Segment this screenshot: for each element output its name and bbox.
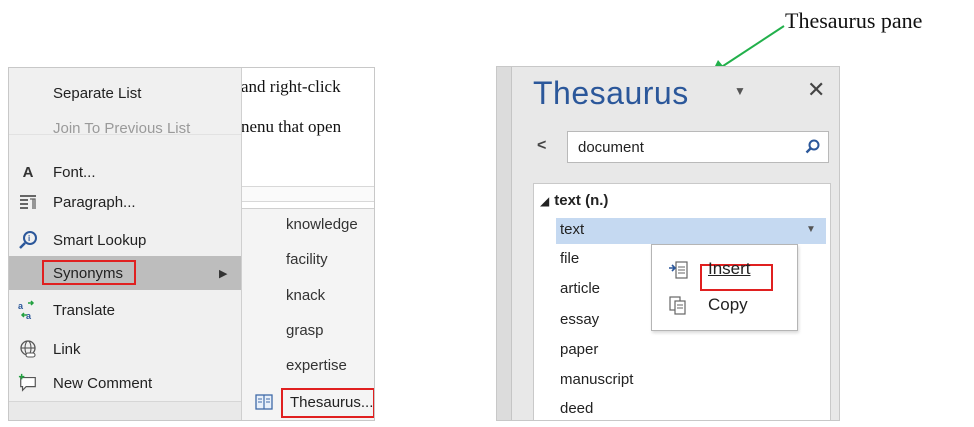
menu-bottom-strip [9, 401, 241, 420]
synonym-item[interactable]: grasp [286, 322, 324, 339]
menu-item-label: Font... [53, 163, 96, 181]
collapse-triangle-icon[interactable]: ◢ [540, 194, 549, 208]
synonym-item[interactable]: knack [286, 287, 325, 304]
menu-item-font[interactable]: A Font... [9, 155, 241, 189]
copy-label: Copy [708, 295, 748, 314]
menu-item-label: Smart Lookup [53, 231, 147, 249]
search-icon[interactable] [804, 138, 822, 156]
link-icon [18, 339, 38, 359]
thesaurus-label: Thesaurus... [290, 394, 374, 411]
context-menu: and right-click nenu that open Separate … [8, 67, 375, 421]
close-icon[interactable]: ✕ [807, 77, 825, 103]
synonym-word[interactable]: deed [560, 400, 593, 417]
popup-insert-item[interactable]: Insert [652, 253, 797, 291]
ruler [241, 186, 374, 202]
pane-side-strip [497, 67, 512, 420]
menu-item-join-to-previous-list: Join To Previous List [9, 111, 241, 145]
selected-synonym-label: text [560, 221, 585, 238]
menu-separator [9, 134, 241, 135]
menu-item-smart-lookup[interactable]: i Smart Lookup [9, 223, 241, 257]
back-button[interactable]: < [537, 137, 546, 155]
search-input[interactable]: document [567, 131, 829, 163]
insert-icon [667, 259, 689, 286]
font-icon: A [22, 163, 34, 181]
document-text-line-2: nenu that open [241, 117, 342, 136]
copy-icon [667, 294, 689, 321]
svg-text:i: i [28, 234, 30, 243]
search-input-value: document [578, 139, 644, 156]
synonym-popup-menu: Insert Copy [651, 244, 798, 331]
submenu-arrow-icon: ▶ [219, 267, 228, 280]
synonym-item[interactable]: expertise [286, 357, 347, 374]
menu-item-label: Separate List [53, 84, 142, 102]
context-menu-list: Separate List Join To Previous List A Fo… [9, 68, 242, 420]
menu-item-label: Paragraph... [53, 193, 136, 211]
group-heading-label: text (n.) [554, 192, 609, 209]
menu-item-new-comment[interactable]: New Comment [9, 366, 241, 400]
synonym-word[interactable]: file [560, 250, 579, 267]
menu-item-label: New Comment [53, 374, 153, 392]
synonyms-submenu: knowledge facility knack grasp expertise… [241, 208, 374, 420]
synonym-word[interactable]: article [560, 280, 600, 297]
menu-item-translate[interactable]: aa Translate [9, 293, 241, 327]
selected-synonym-row[interactable]: text ▼ [556, 218, 826, 244]
svg-text:a: a [18, 301, 24, 311]
insert-label: Insert [708, 259, 751, 278]
popup-copy-item[interactable]: Copy [652, 289, 797, 323]
synonym-word[interactable]: manuscript [560, 371, 633, 388]
paragraph-icon [18, 192, 38, 212]
menu-item-label: Synonyms [53, 264, 124, 282]
meaning-group-heading[interactable]: ◢ text (n.) [540, 192, 608, 209]
menu-item-label: Link [53, 340, 81, 358]
pane-title: Thesaurus [533, 75, 689, 111]
translate-icon: aa [18, 300, 38, 320]
menu-item-paragraph[interactable]: Paragraph... [9, 185, 241, 219]
document-text-line-1: and right-click [241, 77, 341, 96]
synonym-item[interactable]: knowledge [286, 216, 358, 233]
synonym-word[interactable]: paper [560, 341, 598, 358]
synonym-item[interactable]: facility [286, 251, 328, 268]
menu-item-label: Translate [53, 301, 115, 319]
new-comment-icon [18, 373, 38, 393]
synonym-dropdown-icon[interactable]: ▼ [806, 224, 816, 235]
book-icon [254, 392, 274, 412]
smart-lookup-icon: i [18, 230, 38, 250]
synonym-word[interactable]: essay [560, 311, 599, 328]
menu-item-synonyms[interactable]: Synonyms ▶ [9, 256, 241, 290]
submenu-item-thesaurus[interactable]: Thesaurus... [246, 387, 374, 419]
menu-item-separate-list[interactable]: Separate List [9, 76, 241, 110]
pane-options-dropdown-icon[interactable]: ▼ [734, 84, 746, 98]
menu-item-link[interactable]: Link [9, 332, 241, 366]
